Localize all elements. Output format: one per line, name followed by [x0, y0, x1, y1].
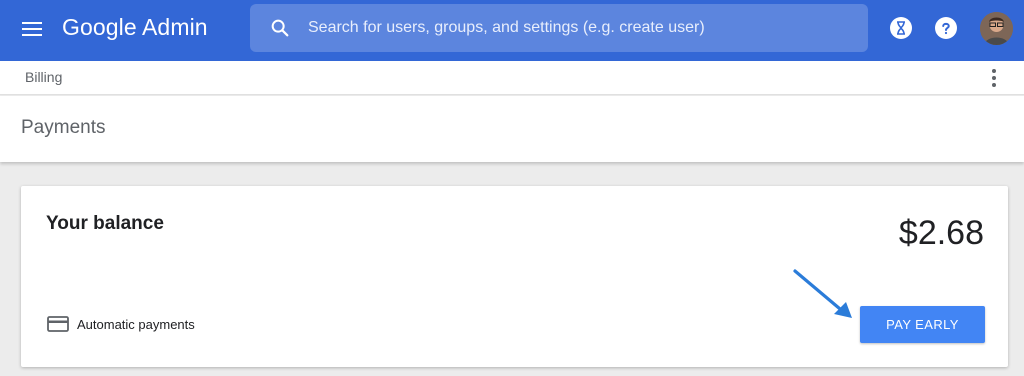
menu-icon[interactable]	[22, 18, 44, 40]
automatic-payments-link[interactable]: Automatic payments	[47, 315, 195, 333]
credit-card-icon	[47, 316, 69, 332]
search-input[interactable]	[308, 4, 848, 52]
help-icon[interactable]	[935, 17, 957, 39]
search-box[interactable]	[250, 4, 868, 52]
automatic-payments-label: Automatic payments	[77, 316, 195, 332]
pay-early-button[interactable]: PAY EARLY	[860, 306, 985, 343]
page-title: Payments	[21, 117, 106, 138]
pointer-arrow-icon	[793, 269, 852, 318]
app-logo[interactable]: Google Admin	[62, 14, 208, 41]
breadcrumb-bar: Billing	[0, 61, 1024, 95]
more-vert-icon[interactable]	[986, 67, 1002, 89]
balance-label: Your balance	[46, 213, 164, 234]
search-icon	[271, 19, 289, 37]
balance-card: Your balance $2.68 Automatic payments PA…	[21, 186, 1008, 367]
top-app-bar: Google Admin	[0, 0, 1024, 61]
breadcrumb[interactable]: Billing	[25, 69, 62, 85]
balance-amount: $2.68	[898, 214, 984, 252]
hourglass-icon[interactable]	[890, 17, 912, 39]
page-header: Payments	[0, 96, 1024, 162]
avatar[interactable]	[980, 12, 1013, 45]
